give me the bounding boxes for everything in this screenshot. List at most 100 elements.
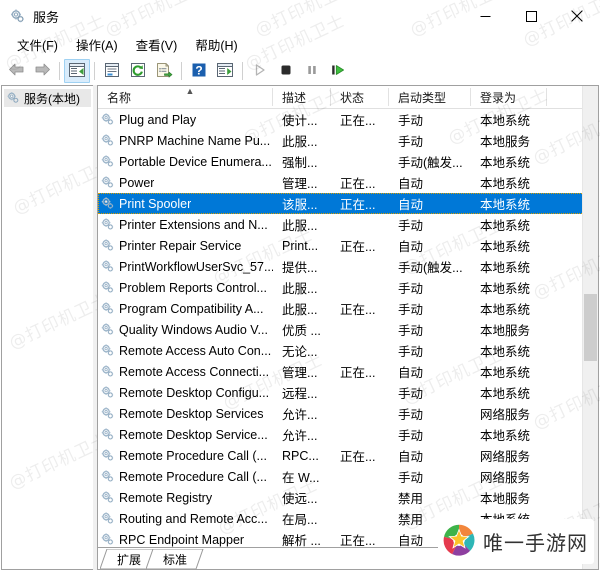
cell-description: RPC...: [273, 449, 331, 463]
window-controls: [462, 0, 600, 32]
services-gear-icon: [100, 406, 116, 422]
brand-label: 唯一手游网: [483, 527, 588, 556]
column-description[interactable]: 描述: [273, 86, 331, 108]
column-status-label: 状态: [340, 89, 364, 106]
cell-startup-type: 自动: [389, 194, 471, 213]
menu-help[interactable]: 帮助(H): [186, 32, 246, 57]
minimize-button[interactable]: [462, 0, 508, 32]
cell-startup-type: 手动: [389, 110, 471, 129]
cell-name: Routing and Remote Acc...: [98, 511, 273, 527]
cell-log-on-as: 本地系统: [471, 236, 547, 255]
service-name-label: Remote Registry: [119, 491, 212, 505]
arrow-right-icon: [34, 62, 51, 80]
tree-node-label: 服务(本地): [24, 90, 80, 107]
services-gear-icon: [100, 196, 116, 212]
table-row[interactable]: Remote Access Connecti...管理...正在...自动本地系…: [98, 361, 598, 382]
cell-log-on-as: 本地系统: [471, 341, 547, 360]
cell-startup-type: 手动: [389, 425, 471, 444]
table-row[interactable]: Quality Windows Audio V...优质 ...手动本地服务: [98, 319, 598, 340]
table-row[interactable]: Problem Reports Control...此服...手动本地系统: [98, 277, 598, 298]
table-row[interactable]: Portable Device Enumera...强制...手动(触发...本…: [98, 151, 598, 172]
service-name-label: Quality Windows Audio V...: [119, 323, 268, 337]
cell-name: Program Compatibility A...: [98, 301, 273, 317]
column-log-on-as[interactable]: 登录为: [471, 86, 547, 108]
services-gear-icon: [100, 448, 116, 464]
cell-name: Printer Extensions and N...: [98, 217, 273, 233]
scrollbar-thumb[interactable]: [584, 294, 597, 362]
cell-startup-type: 手动(触发...: [389, 257, 471, 276]
back-button[interactable]: [3, 59, 29, 83]
properties-button[interactable]: [99, 59, 125, 83]
table-row[interactable]: Plug and Play使计...正在...手动本地系统: [98, 109, 598, 130]
refresh-button[interactable]: [125, 59, 151, 83]
table-row[interactable]: PNRP Machine Name Pu...此服...手动本地服务: [98, 130, 598, 151]
table-row[interactable]: Remote Registry使远...禁用本地服务: [98, 487, 598, 508]
menu-view[interactable]: 查看(V): [127, 32, 187, 57]
maximize-button[interactable]: [508, 0, 554, 32]
services-gear-icon: [100, 427, 116, 443]
cell-name: Remote Access Connecti...: [98, 364, 273, 380]
column-name[interactable]: 名称 ▲: [98, 86, 273, 108]
restart-service-button[interactable]: [325, 59, 351, 83]
table-row[interactable]: Remote Procedure Call (...RPC...正在...自动网…: [98, 445, 598, 466]
column-startup-type[interactable]: 启动类型: [389, 86, 471, 108]
services-gear-icon: [100, 280, 116, 296]
cell-description: 提供...: [273, 257, 331, 276]
pause-service-button[interactable]: [299, 59, 325, 83]
services-gear-icon: [100, 469, 116, 485]
cell-description: 该服...: [273, 194, 331, 213]
cell-status: 正在...: [331, 194, 389, 213]
table-row[interactable]: Remote Desktop Configu...远程...手动本地系统: [98, 382, 598, 403]
services-gear-icon: [100, 238, 116, 254]
services-gear-icon: [100, 175, 116, 191]
service-name-label: Remote Procedure Call (...: [119, 449, 267, 463]
column-status[interactable]: 状态: [331, 86, 389, 108]
table-row[interactable]: Remote Desktop Service...允许...手动本地系统: [98, 424, 598, 445]
cell-status: 正在...: [331, 173, 389, 192]
table-row[interactable]: PrintWorkflowUserSvc_57...提供...手动(触发...本…: [98, 256, 598, 277]
cell-startup-type: 自动: [389, 362, 471, 381]
table-row[interactable]: Remote Desktop Services允许...手动网络服务: [98, 403, 598, 424]
table-row[interactable]: Remote Access Auto Con...无论...手动本地系统: [98, 340, 598, 361]
cell-startup-type: 手动: [389, 404, 471, 423]
table-row[interactable]: Remote Procedure Call (...在 W...手动网络服务: [98, 466, 598, 487]
menu-action[interactable]: 操作(A): [67, 32, 127, 57]
main-content: 服务(本地) @打印机卫士 @打印机卫士 @打印机卫士 名称 ▲ 描述 状态: [0, 85, 600, 570]
show-action-pane-button[interactable]: [212, 59, 238, 83]
table-row[interactable]: Print Spooler该服...正在...自动本地系统: [98, 193, 598, 214]
service-name-label: Remote Procedure Call (...: [119, 470, 267, 484]
table-row[interactable]: Program Compatibility A...此服...正在...手动本地…: [98, 298, 598, 319]
cell-log-on-as: 本地系统: [471, 215, 547, 234]
table-row[interactable]: Printer Extensions and N...此服...手动本地系统: [98, 214, 598, 235]
start-service-button[interactable]: [247, 59, 273, 83]
cell-description: 解析 ...: [273, 530, 331, 547]
service-name-label: Remote Desktop Service...: [119, 428, 268, 442]
table-row[interactable]: Power管理...正在...自动本地系统: [98, 172, 598, 193]
tree-node-services-local[interactable]: 服务(本地): [4, 89, 91, 107]
cell-startup-type: 手动: [389, 341, 471, 360]
toolbar-separator: [59, 62, 60, 80]
cell-description: 在局...: [273, 509, 331, 528]
menu-file[interactable]: 文件(F): [8, 32, 67, 57]
services-list[interactable]: Plug and Play使计...正在...手动本地系统PNRP Machin…: [98, 109, 598, 547]
services-gear-icon: [6, 91, 20, 105]
table-row[interactable]: Printer Repair ServicePrint...正在...自动本地系…: [98, 235, 598, 256]
cell-startup-type: 手动: [389, 278, 471, 297]
cell-name: Remote Procedure Call (...: [98, 469, 273, 485]
services-list-pane: 名称 ▲ 描述 状态 启动类型 登录为 Plug and Play使计...正在…: [97, 85, 599, 570]
show-hide-tree-button[interactable]: [64, 59, 90, 83]
list-vertical-scrollbar[interactable]: [582, 86, 598, 569]
cell-description: 此服...: [273, 299, 331, 318]
tab-standard[interactable]: 标准: [146, 549, 204, 569]
cell-startup-type: 禁用: [389, 488, 471, 507]
help-button[interactable]: ?: [186, 59, 212, 83]
console-tree-icon: [68, 62, 86, 81]
tab-standard-label: 标准: [163, 551, 187, 568]
close-button[interactable]: [554, 0, 600, 32]
export-list-button[interactable]: [151, 59, 177, 83]
forward-button[interactable]: [29, 59, 55, 83]
cell-name: Remote Desktop Services: [98, 406, 273, 422]
sort-ascending-icon: ▲: [186, 87, 195, 96]
services-gear-icon: [100, 490, 116, 506]
stop-service-button[interactable]: [273, 59, 299, 83]
